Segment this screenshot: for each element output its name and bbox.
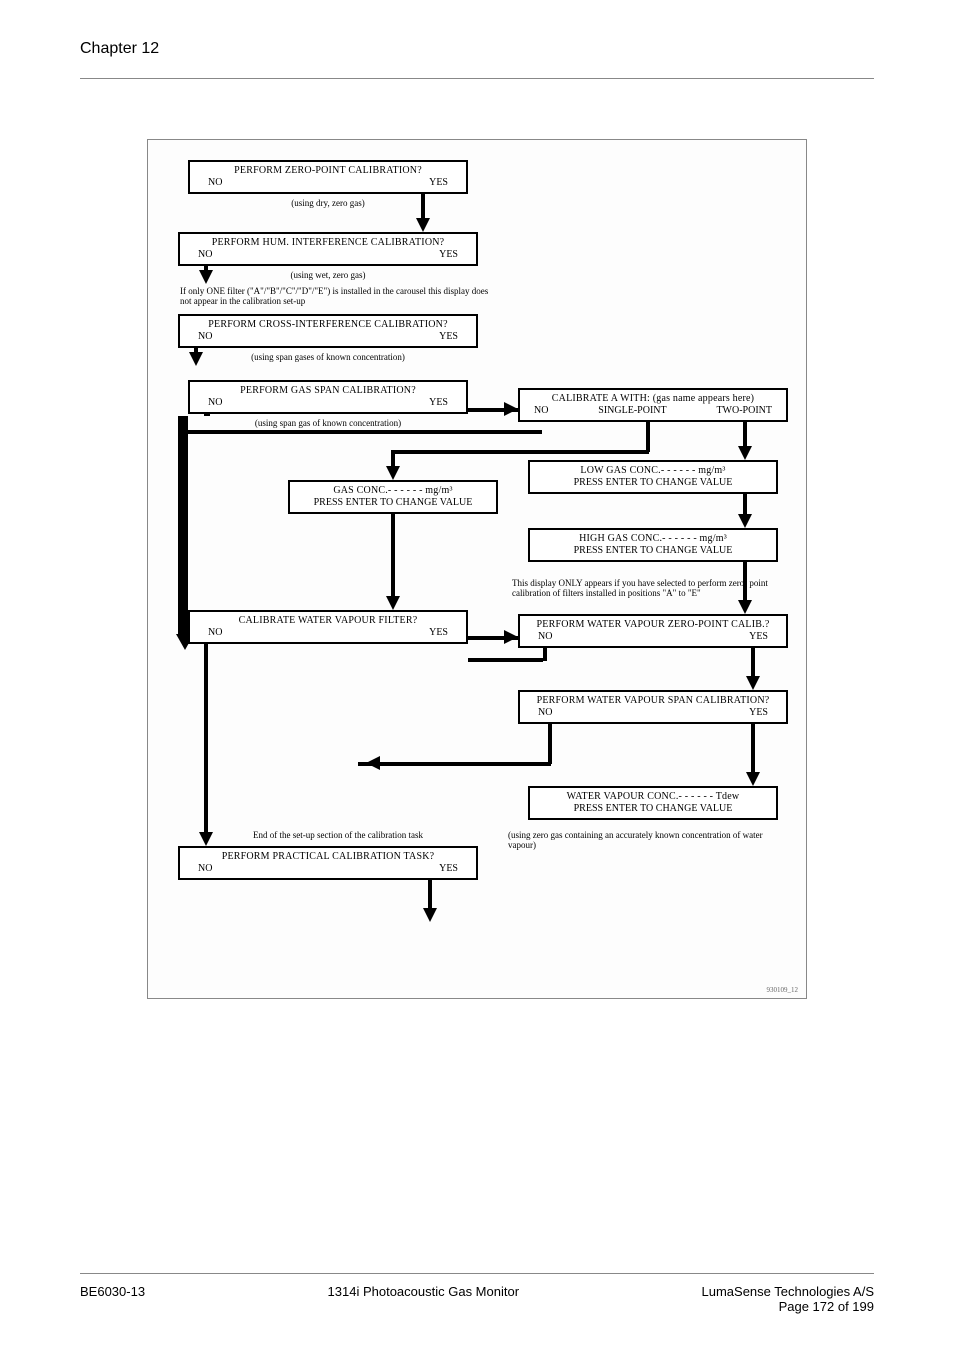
connector-line — [743, 422, 747, 448]
gas-span-no: NO — [208, 397, 222, 408]
practical-no: NO — [198, 863, 212, 874]
hum-interference-note: (using wet, zero gas) — [248, 270, 408, 280]
low-gas-conc-box: LOW GAS CONC.- - - - - - mg/m³ PRESS ENT… — [528, 460, 778, 494]
one-filter-note: If only ONE filter ("A"/"B"/"C"/"D"/"E")… — [180, 286, 490, 306]
gas-conc-prompt: PRESS ENTER TO CHANGE VALUE — [290, 497, 496, 512]
connector-line — [391, 450, 649, 454]
footer-company: LumaSense Technologies A/S — [702, 1284, 875, 1299]
wv-zero-question: PERFORM WATER VAPOUR ZERO-POINT CALIB.? — [520, 616, 786, 631]
connector-line — [468, 658, 543, 662]
zero-point-box: PERFORM ZERO-POINT CALIBRATION? NO YES — [188, 160, 468, 194]
connector-trunk — [178, 416, 188, 636]
wv-conc-box: WATER VAPOUR CONC.- - - - - - Tdew PRESS… — [528, 786, 778, 820]
arrow-down-icon — [386, 596, 400, 610]
footer-product: 1314i Photoacoustic Gas Monitor — [328, 1284, 520, 1314]
calibrate-a-single: SINGLE-POINT — [598, 405, 666, 416]
display-only-note: This display ONLY appears if you have se… — [512, 578, 792, 598]
arrow-down-icon — [738, 514, 752, 528]
arrow-down-icon — [738, 446, 752, 460]
cross-interference-question: PERFORM CROSS-INTERFERENCE CALIBRATION? — [180, 316, 476, 331]
high-gas-conc-label: HIGH GAS CONC.- - - - - - mg/m³ — [530, 530, 776, 545]
low-gas-conc-label: LOW GAS CONC.- - - - - - mg/m³ — [530, 462, 776, 477]
connector-line — [548, 724, 552, 764]
connector-line — [358, 762, 551, 766]
zero-point-note: (using dry, zero gas) — [248, 198, 408, 208]
arrow-left-icon — [366, 756, 380, 770]
top-rule — [80, 78, 874, 79]
cross-interference-yes: YES — [439, 331, 458, 342]
wv-zero-yes: YES — [749, 631, 768, 642]
cross-interference-note: (using span gases of known concentration… — [228, 352, 428, 362]
connector-line — [543, 648, 547, 661]
practical-box: PERFORM PRACTICAL CALIBRATION TASK? NO Y… — [178, 846, 478, 880]
gas-conc-box: GAS CONC.- - - - - - mg/m³ PRESS ENTER T… — [288, 480, 498, 514]
connector-line — [743, 494, 747, 516]
wv-filter-yes: YES — [429, 627, 448, 638]
bottom-rule — [80, 1273, 874, 1274]
arrow-right-icon — [504, 630, 518, 644]
wv-span-question: PERFORM WATER VAPOUR SPAN CALIBRATION? — [520, 692, 786, 707]
calibrate-a-box: CALIBRATE A WITH: (gas name appears here… — [518, 388, 788, 422]
calibrate-a-two: TWO-POINT — [716, 405, 772, 416]
hum-interference-yes: YES — [439, 249, 458, 260]
document-footer: BE6030-13 1314i Photoacoustic Gas Monito… — [80, 1284, 874, 1314]
document-code: 930109_12 — [767, 986, 799, 994]
gas-span-question: PERFORM GAS SPAN CALIBRATION? — [190, 382, 466, 397]
wv-conc-prompt: PRESS ENTER TO CHANGE VALUE — [530, 803, 776, 818]
connector-line — [184, 430, 542, 434]
connector-line — [391, 514, 395, 598]
arrow-down-icon — [386, 466, 400, 480]
wv-zero-no: NO — [538, 631, 552, 642]
wv-conc-note: (using zero gas containing an accurately… — [508, 830, 788, 850]
cross-interference-box: PERFORM CROSS-INTERFERENCE CALIBRATION? … — [178, 314, 478, 348]
hum-interference-no: NO — [198, 249, 212, 260]
high-gas-conc-box: HIGH GAS CONC.- - - - - - mg/m³ PRESS EN… — [528, 528, 778, 562]
calibrate-a-no: NO — [534, 405, 548, 416]
connector-line — [204, 412, 210, 416]
zero-point-yes: YES — [429, 177, 448, 188]
calibrate-a-question: CALIBRATE A WITH: (gas name appears here… — [520, 390, 786, 405]
arrow-down-icon — [738, 600, 752, 614]
wv-zero-box: PERFORM WATER VAPOUR ZERO-POINT CALIB.? … — [518, 614, 788, 648]
practical-question: PERFORM PRACTICAL CALIBRATION TASK? — [180, 848, 476, 863]
high-gas-conc-prompt: PRESS ENTER TO CHANGE VALUE — [530, 545, 776, 560]
footer-page: Page 172 of 199 — [702, 1299, 875, 1314]
end-setup-note: End of the set-up section of the calibra… — [208, 830, 468, 840]
wv-span-no: NO — [538, 707, 552, 718]
arrow-down-icon — [189, 352, 203, 366]
connector-line — [421, 194, 425, 220]
hum-interference-question: PERFORM HUM. INTERFERENCE CALIBRATION? — [180, 234, 476, 249]
connector-line — [204, 644, 208, 834]
footer-doc-id: BE6030-13 — [80, 1284, 145, 1314]
arrow-right-icon — [504, 402, 518, 416]
wv-filter-question: CALIBRATE WATER VAPOUR FILTER? — [190, 612, 466, 627]
arrow-down-icon — [199, 270, 213, 284]
connector-line — [646, 422, 650, 452]
zero-point-question: PERFORM ZERO-POINT CALIBRATION? — [190, 162, 466, 177]
wv-span-yes: YES — [749, 707, 768, 718]
zero-point-no: NO — [208, 177, 222, 188]
arrow-down-icon — [746, 676, 760, 690]
wv-filter-no: NO — [208, 627, 222, 638]
gas-span-box: PERFORM GAS SPAN CALIBRATION? NO YES — [188, 380, 468, 414]
gas-span-yes: YES — [429, 397, 448, 408]
wv-filter-box: CALIBRATE WATER VAPOUR FILTER? NO YES — [188, 610, 468, 644]
hum-interference-box: PERFORM HUM. INTERFERENCE CALIBRATION? N… — [178, 232, 478, 266]
chapter-heading: Chapter 12 — [80, 40, 874, 58]
arrow-down-icon — [746, 772, 760, 786]
low-gas-conc-prompt: PRESS ENTER TO CHANGE VALUE — [530, 477, 776, 492]
connector-line — [428, 880, 432, 910]
gas-span-note: (using span gas of known concentration) — [228, 418, 428, 428]
arrow-down-icon — [416, 218, 430, 232]
gas-conc-label: GAS CONC.- - - - - - mg/m³ — [290, 482, 496, 497]
practical-yes: YES — [439, 863, 458, 874]
calibration-flowchart: PERFORM ZERO-POINT CALIBRATION? NO YES (… — [147, 139, 807, 999]
wv-conc-label: WATER VAPOUR CONC.- - - - - - Tdew — [530, 788, 776, 803]
cross-interference-no: NO — [198, 331, 212, 342]
connector-line — [751, 648, 755, 678]
connector-line — [743, 562, 747, 602]
wv-span-box: PERFORM WATER VAPOUR SPAN CALIBRATION? N… — [518, 690, 788, 724]
connector-line — [751, 724, 755, 774]
arrow-down-icon — [423, 908, 437, 922]
